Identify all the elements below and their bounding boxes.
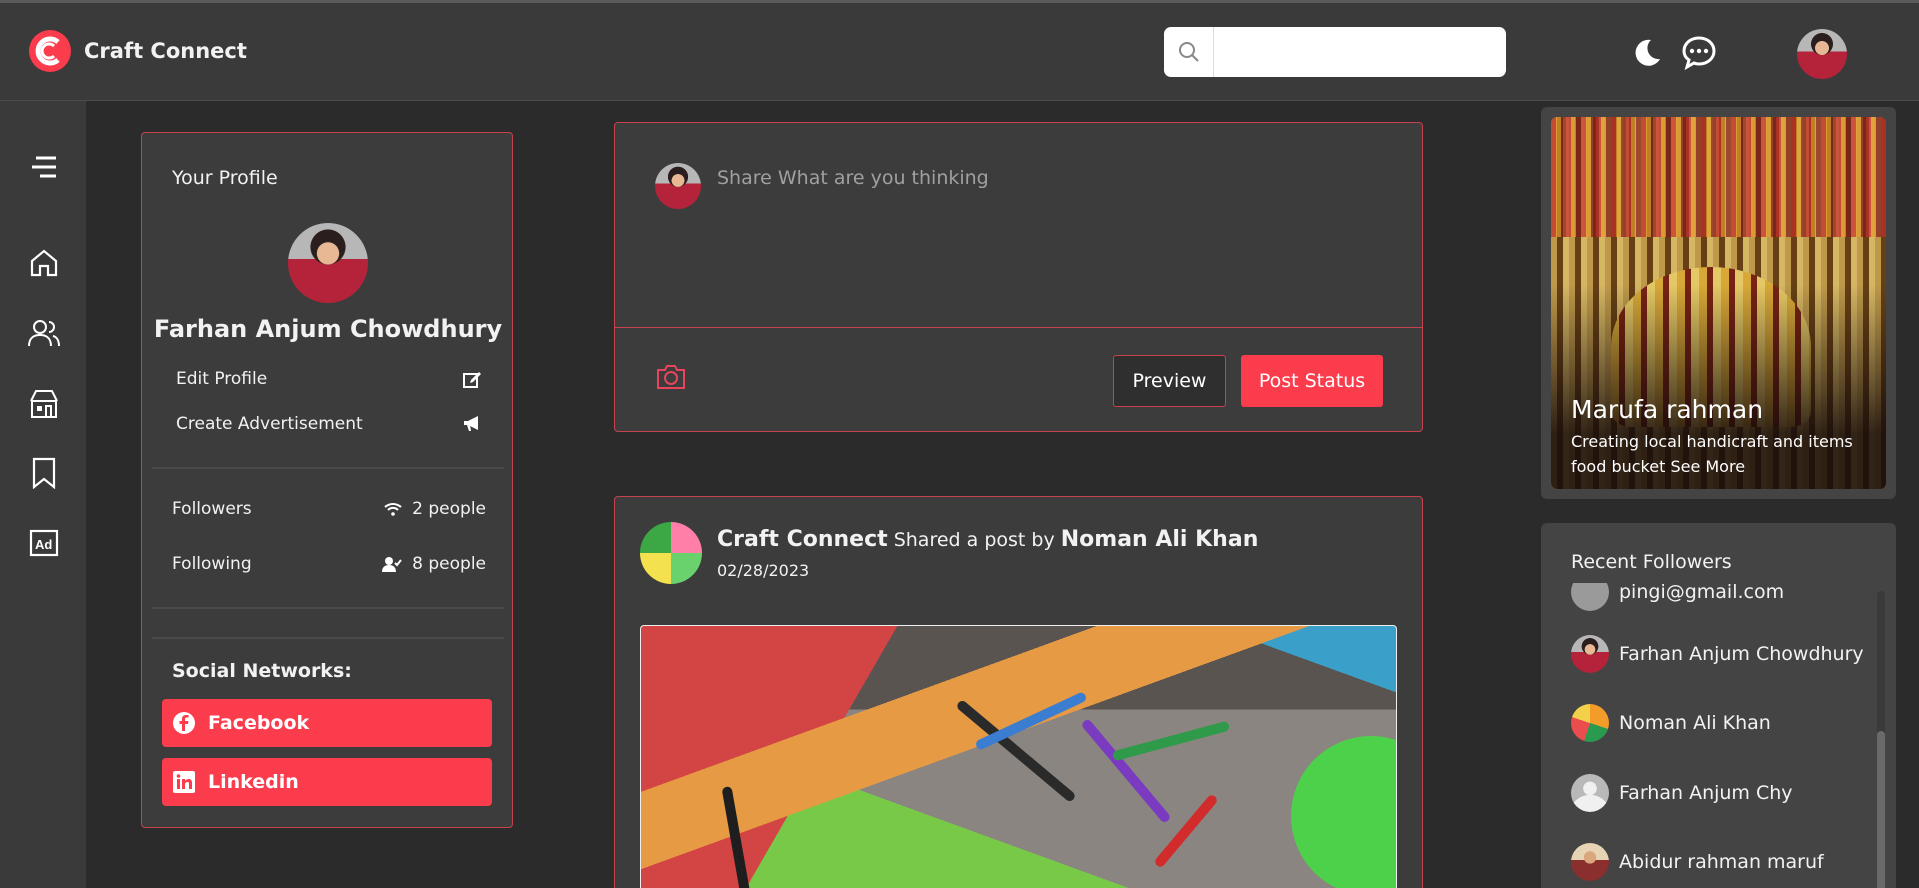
divider [615,327,1422,328]
linkedin-button[interactable]: Linkedin [162,758,492,806]
default-user-icon [1571,774,1609,812]
divider [152,607,504,609]
followers-scrollbar[interactable] [1877,591,1885,888]
top-bar: Craft Connect [0,0,1919,101]
create-advertisement-label: Create Advertisement [176,414,363,434]
divider [152,467,504,469]
followers-stat[interactable]: Followers 2 people [172,499,486,519]
following-stat[interactable]: Following 8 people [172,554,486,574]
scrollbar-thumb[interactable] [1877,731,1885,888]
brand[interactable]: Craft Connect [28,29,247,73]
feed-post: Craft Connect Shared a post by Noman Ali… [614,496,1423,888]
follower-name: pingi@gmail.com [1619,583,1785,603]
user-check-icon [382,557,402,572]
followers-value: 2 people [412,499,486,519]
post-author[interactable]: Craft Connect [717,527,888,552]
edit-profile-label: Edit Profile [176,369,268,389]
wifi-icon [384,503,402,516]
camera-icon[interactable] [655,363,687,395]
profile-card: Your Profile Farhan Anjum Chowdhury Edit… [141,132,513,828]
recent-followers-card: Recent Followers pingi@gmail.com Farhan … [1541,523,1896,888]
follower-name: Abidur rahman maruf [1619,851,1824,873]
search-icon[interactable] [1164,27,1214,77]
follower-avatar [1571,843,1609,881]
marker-pen [955,698,1077,804]
marker-pen [721,785,751,888]
brand-name: Craft Connect [84,39,247,63]
follower-name: Noman Ali Khan [1619,712,1771,734]
post-shared-text: Shared a post by [893,529,1055,551]
svg-text:Ad: Ad [35,537,52,552]
divider [152,637,504,639]
follower-name: Farhan Anjum Chowdhury [1619,643,1864,665]
facebook-label: Facebook [208,712,310,734]
edit-icon [463,372,481,388]
post-image[interactable] [640,625,1397,888]
follower-avatar [1571,583,1609,611]
list-item[interactable]: Abidur rahman maruf [1571,843,1824,881]
chat-icon[interactable] [1679,33,1719,73]
status-input[interactable]: Share What are you thinking [717,167,989,189]
profile-name: Farhan Anjum Chowdhury [153,315,503,343]
social-networks-title: Social Networks: [172,660,352,682]
list-item[interactable]: pingi@gmail.com [1571,583,1784,611]
list-item[interactable]: Farhan Anjum Chowdhury [1571,635,1864,673]
following-value: 8 people [412,554,486,574]
follower-avatar [1571,704,1609,742]
green-tape-roll [1291,736,1396,888]
following-label: Following [172,554,252,574]
list-item[interactable]: Farhan Anjum Chy [1571,774,1793,812]
megaphone-icon [464,416,478,431]
bookmark-icon[interactable] [26,455,62,491]
search-input[interactable] [1214,29,1506,75]
ad-icon[interactable]: Ad [26,525,62,561]
user-avatar[interactable] [1797,29,1847,79]
list-item[interactable]: Noman Ali Khan [1571,704,1771,742]
marker-pen [1111,720,1231,762]
featured-seller-name: Marufa rahman [1571,395,1764,424]
follower-name: Farhan Anjum Chy [1619,782,1793,804]
follower-avatar [1571,635,1609,673]
composer-avatar [655,163,701,209]
marker-pen [1080,717,1172,825]
users-icon[interactable] [26,315,62,351]
post-status-button[interactable]: Post Status [1241,355,1383,407]
featured-seller-image: Marufa rahman Creating local handicraft … [1551,117,1886,489]
facebook-button[interactable]: Facebook [162,699,492,747]
post-original-author[interactable]: Noman Ali Khan [1061,527,1259,552]
facebook-icon [173,712,195,734]
linkedin-icon [173,771,195,793]
moon-icon[interactable] [1627,33,1667,73]
featured-seller-description: Creating local handicraft and items food… [1571,432,1853,476]
search-bar[interactable] [1164,27,1506,77]
create-advertisement-link[interactable]: Create Advertisement [176,414,482,434]
marker-pen [1153,793,1219,869]
home-icon[interactable] [26,245,62,281]
edit-profile-link[interactable]: Edit Profile [176,369,482,389]
marker-pen [974,691,1088,751]
post-header: Craft Connect Shared a post by Noman Ali… [717,527,1258,552]
post-author-avatar[interactable] [640,522,702,584]
profile-card-title: Your Profile [172,167,278,189]
status-composer: Share What are you thinking Preview Post… [614,122,1423,432]
preview-button[interactable]: Preview [1113,355,1226,407]
shop-icon[interactable] [26,385,62,421]
menu-icon[interactable] [26,149,62,185]
post-date: 02/28/2023 [717,561,810,580]
followers-label: Followers [172,499,252,519]
recent-followers-title: Recent Followers [1571,551,1732,573]
craft-connect-logo-icon [29,30,71,72]
recent-followers-list[interactable]: pingi@gmail.com Farhan Anjum Chowdhury N… [1541,583,1871,888]
side-nav: Ad [0,101,86,888]
profile-avatar[interactable] [288,223,368,303]
featured-seller-card[interactable]: Marufa rahman Creating local handicraft … [1541,107,1896,499]
linkedin-label: Linkedin [208,771,299,793]
